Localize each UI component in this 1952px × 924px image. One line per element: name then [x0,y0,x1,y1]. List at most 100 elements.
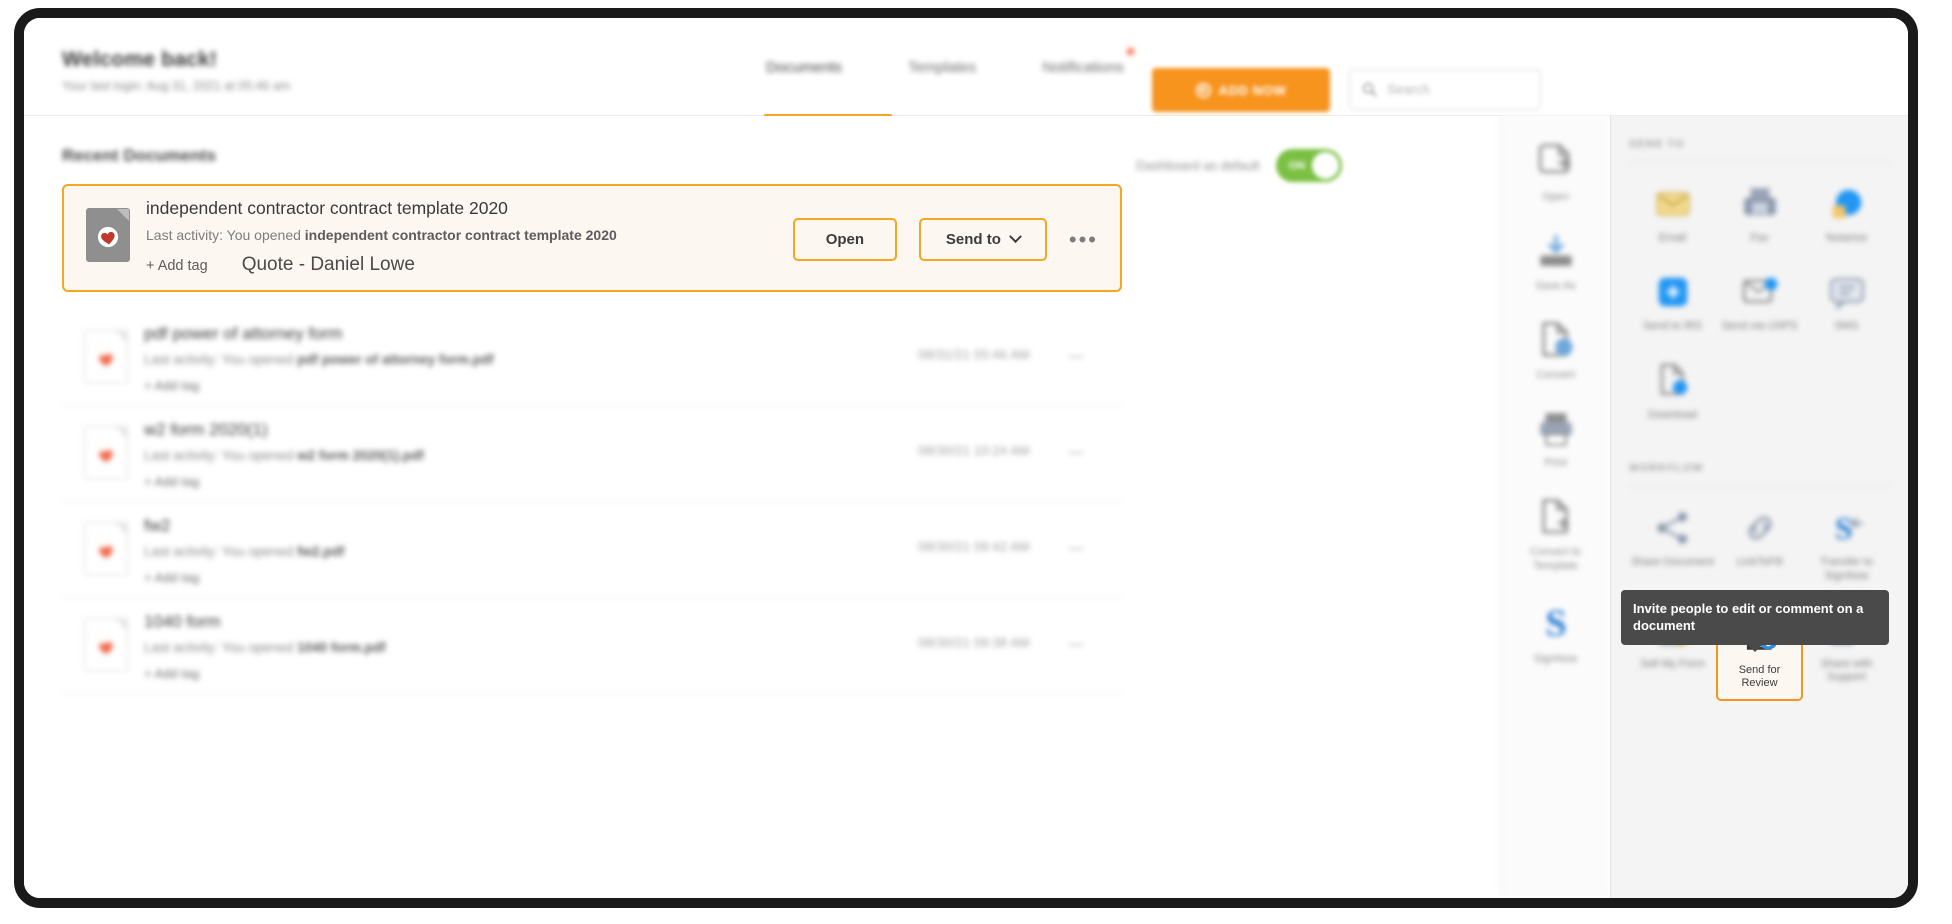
page-title: Recent Documents [62,146,216,165]
welcome-title: Welcome back! [62,48,218,71]
tile-linktofill[interactable]: LinkToFill [1716,503,1803,589]
rail-item-convert-to-template[interactable]: Convert to Template [1501,485,1610,588]
tile-send-via-usps[interactable]: Send via USPS [1716,267,1803,339]
right-panel: SEND TO Email Fax Notarize Send to IRS S… [1610,116,1908,898]
linktofill-icon [1747,516,1772,540]
activity-prefix: Last activity: You opened [144,352,298,367]
rail-item-convert[interactable]: Convert [1501,308,1610,397]
more-options-button[interactable]: — [1068,636,1086,654]
document-text-block: w2 form 2020(1) Last activity: You opene… [144,420,424,489]
send-to-title: SEND TO [1629,138,1890,163]
tile-label: Download [1648,408,1697,421]
add-tag-button[interactable]: + Add tag [144,570,199,585]
tile-label: Send via USPS [1721,320,1798,333]
send-to-label: Send to [945,231,1001,248]
document-activity: Last activity: You opened independent co… [146,227,617,243]
document-activity: Last activity: You opened 1040 form.pdf [144,640,386,655]
open-button[interactable]: Open [792,218,897,261]
add-tag-button[interactable]: + Add tag [144,378,199,393]
more-options-button[interactable]: — [1068,444,1086,462]
rail-item-open[interactable]: Open [1501,130,1610,219]
heart-icon [99,450,113,463]
heart-icon [97,226,119,248]
add-now-button[interactable]: ADD NOW [1152,68,1330,112]
workflow-title: WORKFLOW [1629,462,1890,488]
activity-prefix: Last activity: You opened [144,448,298,463]
tile-share-document[interactable]: Share Document [1629,503,1716,589]
app-header: Welcome back! Your last login: Aug 31, 2… [24,18,1908,117]
tile-notarize[interactable]: Notarize [1803,179,1890,251]
workflow-section: WORKFLOW Share Document LinkToFill S Tra… [1629,462,1890,701]
download-icon [1660,363,1687,395]
add-tag-button[interactable]: + Add tag [144,666,199,681]
document-tags: + Add tag [144,378,494,393]
tile-label: Share with Support [1820,658,1873,684]
table-row[interactable]: fw2 Last activity: You opened fw2.pdf + … [62,502,1122,598]
document-thumbnail [84,618,128,672]
rail-item-signnow[interactable]: S SignNow [1501,588,1610,681]
dashboard-default-toggle[interactable]: ON [1275,149,1342,182]
highlighted-document-row[interactable]: independent contractor contract template… [62,184,1122,292]
printer-icon [1539,413,1572,447]
browser-frame: Welcome back! Your last login: Aug 31, 2… [14,8,1918,908]
plus-circle-icon [1195,82,1211,98]
convert-to-template-icon [1541,499,1570,534]
send-to-button[interactable]: Send to [918,218,1047,261]
document-name: fw2 [144,516,171,535]
rail-label: Print [1544,457,1567,470]
search-input[interactable]: Search [1349,69,1541,110]
chevron-down-icon [1009,230,1022,244]
more-options-button[interactable]: — [1068,348,1086,366]
tile-sms[interactable]: SMS [1803,267,1890,339]
app-window: Welcome back! Your last login: Aug 31, 2… [24,18,1908,898]
screenshot-root: Welcome back! Your last login: Aug 31, 2… [0,0,1952,924]
document-activity: Last activity: You opened pdf power of a… [144,352,494,367]
activity-file: pdf power of attorney form.pdf [297,352,494,367]
document-activity: Last activity: You opened w2 form 2020(1… [144,448,424,463]
tile-label: Send to IRS [1642,320,1703,333]
document-name: pdf power of attorney form [144,324,343,343]
tile-download[interactable]: Download [1629,356,1716,428]
notification-badge-dot [1126,48,1134,55]
nav-item-notifications[interactable]: Notifications [1040,18,1134,116]
welcome-block: Welcome back! Your last login: Aug 31, 2… [62,48,290,93]
tile-transfer-to-signnow[interactable]: S Transfer to SignNow [1803,503,1890,589]
table-row[interactable]: pdf power of attorney form Last activity… [62,310,1122,406]
tile-fax[interactable]: Fax [1716,179,1803,251]
nav-item-templates[interactable]: Templates [906,18,978,116]
heart-icon [99,354,113,367]
send-to-section: SEND TO Email Fax Notarize Send to IRS S… [1629,138,1890,428]
email-icon [1655,192,1690,216]
save-as-icon [1539,234,1572,266]
tile-label: Send for Review [1738,664,1781,690]
activity-prefix: Last activity: You opened [146,227,305,243]
recent-documents-list: independent contractor contract template… [62,184,1122,694]
more-options-button[interactable]: ••• [1069,227,1098,253]
document-tags: + Add tag [144,474,424,489]
rail-label: Convert to Template [1530,546,1581,572]
add-tag-button[interactable]: + Add tag [146,258,208,274]
rail-item-print[interactable]: Print [1501,396,1610,485]
tile-send-to-irs[interactable]: Send to IRS [1629,267,1716,339]
tile-email[interactable]: Email [1629,179,1716,251]
dashboard-default-control: Dashboard as default ON [1136,149,1342,182]
signnow-logo-icon: S [1545,602,1566,644]
document-open-icon [1538,144,1572,174]
toggle-state-label: ON [1288,159,1306,172]
more-options-button[interactable]: — [1068,540,1086,558]
rail-item-save-as[interactable]: Save As [1501,219,1610,308]
rail-label: Open [1542,191,1569,203]
rail-label: SignNow [1533,652,1578,665]
document-actions: Open Send to ••• [792,218,1098,261]
document-thumbnail [84,330,128,384]
table-row[interactable]: w2 form 2020(1) Last activity: You opene… [62,406,1122,502]
add-tag-button[interactable]: + Add tag [144,474,199,489]
nav-item-documents[interactable]: Documents [764,18,844,116]
send-via-usps-icon [1742,278,1777,304]
document-name: 1040 form [144,612,221,631]
add-now-label: ADD NOW [1218,82,1287,98]
document-thumbnail [84,522,128,576]
nav-label: Templates [907,58,977,76]
table-row[interactable]: 1040 form Last activity: You opened 1040… [62,598,1122,694]
nav-label: Notifications [1042,58,1124,76]
